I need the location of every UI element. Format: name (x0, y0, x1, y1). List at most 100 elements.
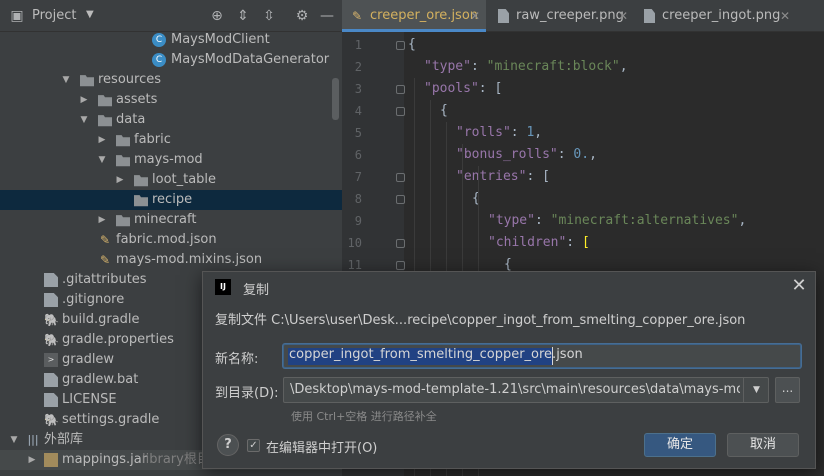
close-icon[interactable]: ✕ (780, 0, 790, 32)
expand-all-icon[interactable]: ⇕ (234, 7, 252, 25)
copy-dialog: IJ 复制 ✕ 复制文件 C:\Users\user\Desk...recipe… (202, 271, 816, 469)
fold-marker-icon[interactable] (396, 195, 405, 204)
fold-marker-icon[interactable] (396, 41, 405, 50)
code-token: [ (581, 235, 590, 250)
folder-icon (134, 175, 148, 187)
new-name-label: 新名称: (215, 352, 259, 367)
code-line: "rolls": 1, (456, 122, 542, 144)
code-token: : [ (526, 169, 550, 184)
tree-item-label: gradle.properties (62, 332, 174, 347)
dialog-titlebar[interactable]: IJ 复制 ✕ (203, 272, 815, 302)
tree-item-mays-mod[interactable]: ▼ mays-mod (0, 150, 342, 170)
open-in-editor-label[interactable]: 在编辑器中打开(O) (266, 437, 377, 456)
tree-item-label: assets (116, 92, 158, 107)
chevron-down-icon[interactable]: ▼ (78, 110, 90, 130)
code-token: , (589, 147, 597, 162)
file-icon (44, 393, 58, 407)
tab-creeper-ingot-png[interactable]: creeper_ingot.png ✕ (634, 0, 798, 32)
dialog-description: 复制文件 C:\Users\user\Desk...recipe\copper_… (215, 313, 746, 328)
chevron-down-icon[interactable]: ▼ (96, 150, 108, 170)
vertical-scrollbar[interactable] (332, 78, 339, 120)
tree-item-resources[interactable]: ▼ resources (0, 70, 342, 90)
tree-item-label: minecraft (134, 212, 197, 227)
fold-marker-icon[interactable] (396, 173, 405, 182)
gradle-icon: 🐘 (44, 333, 59, 347)
tree-item-maysmoddatagenerator[interactable]: C MaysModDataGenerator (0, 50, 342, 70)
folder-icon: ▣ (10, 8, 24, 24)
target-dir-label: 到目录(D): (215, 386, 279, 401)
file-icon (44, 293, 58, 307)
tree-item-label: .gitattributes (62, 272, 147, 287)
tree-item-data[interactable]: ▼ data (0, 110, 342, 130)
new-name-input[interactable]: copper_ingot_from_smelting_copper_ore.js… (283, 344, 801, 368)
project-header: ▣ Project ▼ ⊕ ⇕ ⇳ ⚙ — (0, 0, 342, 32)
chevron-right-icon[interactable]: ▶ (96, 130, 108, 150)
tree-item-minecraft[interactable]: ▶ minecraft (0, 210, 342, 230)
tree-item-fabric-mod-json[interactable]: ✎ fabric.mod.json (0, 230, 342, 250)
project-view-selector[interactable]: Project (32, 8, 76, 23)
close-icon[interactable]: ✕ (789, 277, 809, 297)
chevron-right-icon[interactable]: ▶ (114, 170, 126, 190)
tree-item-label: LICENSE (62, 392, 117, 407)
hide-icon[interactable]: — (318, 7, 336, 25)
line-number: 9 (354, 214, 362, 228)
target-dir-combobox[interactable]: \Desktop\mays-mod-template-1.21\src\main… (283, 377, 769, 403)
code-line: "pools": [ (424, 78, 502, 100)
text-caret (552, 347, 554, 365)
chevron-down-icon[interactable]: ▼ (743, 378, 769, 402)
line-number: 2 (354, 60, 362, 74)
chevron-down-icon[interactable]: ▼ (60, 70, 72, 90)
code-token: "type" (424, 59, 471, 74)
tab-raw-creeper-png[interactable]: raw_creeper.png ✕ (488, 0, 632, 32)
tree-item-assets[interactable]: ▶ assets (0, 90, 342, 110)
chevron-right-icon[interactable]: ▶ (78, 90, 90, 110)
chevron-right-icon[interactable]: ▶ (96, 210, 108, 230)
tree-item-label: gradlew (62, 352, 115, 367)
code-line: { (440, 100, 448, 122)
intellij-logo-icon: IJ (215, 279, 231, 295)
tree-item-label: mays-mod (134, 152, 203, 167)
chevron-down-icon[interactable]: ▼ (8, 430, 20, 450)
code-token: { (504, 257, 512, 272)
ok-button[interactable]: 确定 (644, 433, 716, 457)
line-number: 4 (354, 104, 362, 118)
collapse-all-icon[interactable]: ⇳ (260, 7, 278, 25)
code-token: , (619, 59, 628, 74)
code-token: "rolls" (456, 125, 511, 140)
code-line: "type": "minecraft:block", (424, 56, 628, 78)
close-icon[interactable]: ✕ (470, 0, 480, 32)
tree-item-recipe[interactable]: recipe (0, 190, 342, 210)
cancel-button[interactable]: 取消 (727, 433, 799, 457)
tree-item-mixins-json[interactable]: ✎ mays-mod.mixins.json (0, 250, 342, 270)
line-number: 5 (354, 126, 362, 140)
tab-creeper-ore-json[interactable]: ✎ creeper_ore.json ✕ (342, 0, 486, 32)
chevron-right-icon[interactable]: ▶ (26, 450, 38, 470)
tree-item-fabric[interactable]: ▶ fabric (0, 130, 342, 150)
gear-icon[interactable]: ⚙ (293, 7, 311, 25)
code-token: : (510, 125, 527, 140)
json-icon: ✎ (99, 253, 111, 267)
chevron-down-icon[interactable]: ▼ (86, 9, 94, 20)
fold-marker-icon[interactable] (396, 261, 405, 270)
code-token: "pools" (424, 81, 479, 96)
fold-marker-icon[interactable] (396, 107, 405, 116)
folder-icon (134, 195, 148, 207)
tree-item-maysmodclient[interactable]: C MaysModClient (0, 30, 342, 50)
fold-marker-icon[interactable] (396, 239, 405, 248)
line-number: 6 (354, 148, 362, 162)
tree-item-label: build.gradle (62, 312, 140, 327)
code-token: : (470, 59, 487, 74)
locate-icon[interactable]: ⊕ (208, 7, 226, 25)
new-name-value: copper_ingot_from_smelting_copper_ore.js… (289, 347, 583, 362)
open-in-editor-checkbox[interactable]: ✓ (247, 439, 260, 452)
tab-label: creeper_ore.json (370, 8, 479, 23)
line-number: 1 (354, 38, 362, 52)
close-icon[interactable]: ✕ (618, 0, 628, 32)
dialog-title: 复制 (243, 283, 270, 298)
help-button[interactable]: ? (217, 434, 239, 456)
folder-icon (98, 95, 112, 107)
fold-marker-icon[interactable] (396, 85, 405, 94)
browse-button[interactable]: ... (775, 377, 800, 403)
tree-item-loot-table[interactable]: ▶ loot_table (0, 170, 342, 190)
file-icon (498, 9, 509, 23)
